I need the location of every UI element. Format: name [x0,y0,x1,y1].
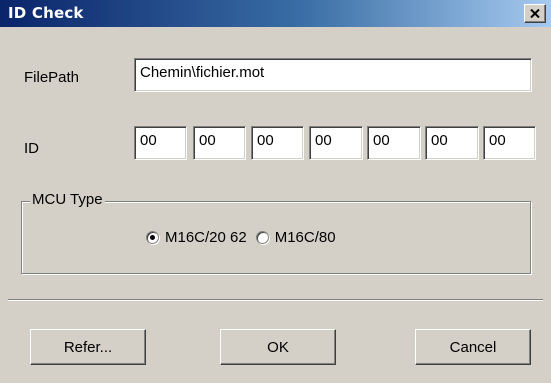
close-icon [530,9,540,18]
mcu-type-group: MCU Type M16C/20 62 M16C/80 [21,191,531,274]
close-button[interactable] [524,4,546,23]
ok-button[interactable]: OK [220,329,336,365]
radio-m16c-20-62-label[interactable]: M16C/20 62 [165,229,247,246]
radio-m16c-20-62[interactable] [146,231,159,244]
filepath-input[interactable]: Chemin\fichier.mot [134,58,532,92]
cancel-button[interactable]: Cancel [415,329,531,365]
title-bar[interactable]: ID Check [0,0,551,27]
window-title: ID Check [8,4,84,22]
id-field-5[interactable]: 00 [367,126,421,160]
radio-m16c-80[interactable] [255,231,269,244]
id-field-3[interactable]: 00 [251,126,304,160]
id-field-4[interactable]: 00 [309,126,363,160]
id-field-1[interactable]: 00 [134,126,187,160]
refer-button[interactable]: Refer... [30,329,146,365]
id-label: ID [24,140,39,157]
filepath-label: FilePath [24,69,80,86]
mcu-type-options: M16C/20 62 M16C/80 [146,229,336,246]
radio-selected-dot [150,235,155,240]
id-field-2[interactable]: 00 [193,126,246,160]
radio-m16c-80-label[interactable]: M16C/80 [275,229,336,246]
id-field-7[interactable]: 00 [483,126,536,160]
mcu-type-title: MCU Type [30,191,105,208]
separator-line [8,299,543,301]
id-field-6[interactable]: 00 [425,126,479,160]
